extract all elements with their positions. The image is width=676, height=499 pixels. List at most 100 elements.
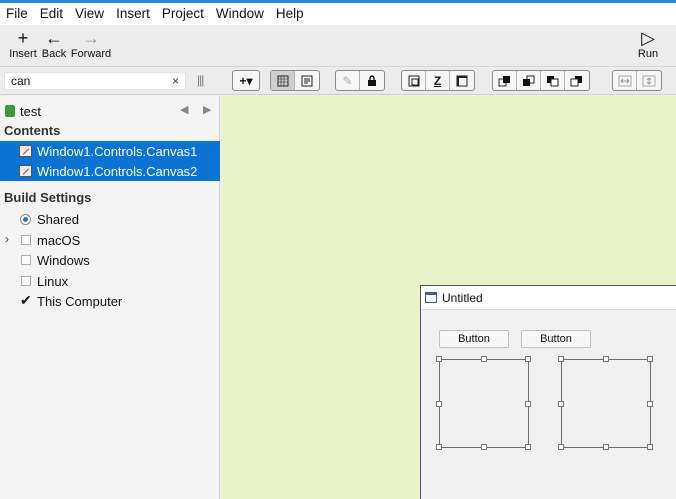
arrange-group: Z <box>401 70 475 91</box>
send-to-back-button[interactable] <box>565 71 589 90</box>
send-to-back-icon <box>570 75 582 86</box>
resize-handle[interactable] <box>647 356 653 362</box>
resize-handle[interactable] <box>558 401 564 407</box>
code-view-button[interactable] <box>295 71 319 90</box>
navigator-sidebar: test ◀ ▶ Contents Window1.Controls.Canva… <box>0 96 220 499</box>
menu-edit[interactable]: Edit <box>36 4 67 24</box>
contents-item-canvas2[interactable]: Window1.Controls.Canvas2 <box>0 161 220 181</box>
resize-handle[interactable] <box>436 444 442 450</box>
z-order-icon: Z <box>433 73 442 88</box>
navigator-search-field[interactable]: can × <box>4 72 186 90</box>
back-button[interactable]: ← Back <box>40 28 68 60</box>
resize-handle[interactable] <box>481 356 487 362</box>
frame-icon <box>456 75 468 86</box>
checkmark-icon[interactable]: ✔ <box>20 293 32 307</box>
build-item-shared[interactable]: Shared <box>0 209 220 229</box>
width-fit-button[interactable] <box>613 71 637 90</box>
add-item-button[interactable]: +▾ <box>233 71 259 90</box>
resize-handle[interactable] <box>558 356 564 362</box>
build-item-this-computer[interactable]: ✔ This Computer <box>0 291 220 311</box>
send-backward-button[interactable] <box>541 71 565 90</box>
resize-handle[interactable] <box>558 444 564 450</box>
resize-handle[interactable] <box>436 401 442 407</box>
menu-project[interactable]: Project <box>158 4 208 24</box>
lock-button[interactable] <box>360 71 384 90</box>
resize-handle[interactable] <box>647 444 653 450</box>
resize-handle[interactable] <box>436 356 442 362</box>
canvas2-control[interactable] <box>558 356 653 450</box>
view-mode-group <box>270 70 320 91</box>
arrow-right-icon: → <box>82 28 100 48</box>
project-icon <box>5 105 15 117</box>
nav-forward-icon[interactable]: ▶ <box>203 103 211 116</box>
chevron-right-icon[interactable]: › <box>5 232 9 246</box>
insert-button[interactable]: + Insert <box>8 28 38 60</box>
layout-view-button[interactable] <box>271 71 295 90</box>
forward-label: Forward <box>70 48 112 60</box>
embed-button[interactable] <box>402 71 426 90</box>
run-button[interactable]: ▷ Run <box>636 28 660 60</box>
resize-handle[interactable] <box>525 356 531 362</box>
grid-icon <box>277 75 288 86</box>
resize-handle[interactable] <box>525 444 531 450</box>
project-name: test <box>20 104 41 119</box>
build-settings-header: Build Settings <box>4 190 92 205</box>
linux-checkbox[interactable] <box>21 276 31 286</box>
build-item-label: Windows <box>37 253 90 268</box>
build-item-windows[interactable]: Windows <box>0 250 220 270</box>
pencil-button[interactable]: ✎ <box>336 71 360 90</box>
bring-to-front-button[interactable] <box>493 71 517 90</box>
macos-checkbox[interactable] <box>21 235 31 245</box>
menu-help[interactable]: Help <box>272 4 308 24</box>
window-button-1[interactable]: Button <box>439 330 509 348</box>
forward-button[interactable]: → Forward <box>70 28 112 60</box>
frame-button[interactable] <box>450 71 474 90</box>
contents-header: Contents <box>4 123 61 138</box>
build-item-macos[interactable]: › macOS <box>0 230 220 250</box>
build-item-label: This Computer <box>37 294 123 309</box>
vertical-resize-icon <box>642 75 656 86</box>
horizontal-resize-icon <box>618 75 631 86</box>
resize-handle[interactable] <box>481 444 487 450</box>
resize-handle[interactable] <box>525 401 531 407</box>
window-title-bar[interactable]: Untitled <box>421 286 676 310</box>
windows-checkbox[interactable] <box>21 255 31 265</box>
play-icon: ▷ <box>641 28 655 48</box>
pane-toggle-icon[interactable]: ||| <box>197 73 204 87</box>
build-item-label: Linux <box>37 274 69 289</box>
bring-forward-icon <box>522 75 534 86</box>
resize-handle[interactable] <box>603 444 609 450</box>
clear-search-icon[interactable]: × <box>172 73 179 89</box>
menu-window[interactable]: Window <box>212 4 268 24</box>
contents-item-label: Window1.Controls.Canvas2 <box>37 164 198 179</box>
shared-radio[interactable] <box>20 214 31 225</box>
resize-handle[interactable] <box>647 401 653 407</box>
layout-window[interactable]: Untitled Button Button <box>420 285 676 499</box>
arrow-left-icon: ← <box>45 28 63 48</box>
window-title: Untitled <box>442 291 483 305</box>
search-value: can <box>11 74 31 88</box>
height-fit-button[interactable] <box>637 71 661 90</box>
contents-item-canvas1[interactable]: Window1.Controls.Canvas1 <box>0 141 220 161</box>
send-backward-icon <box>546 75 558 86</box>
edit-group: ✎ <box>335 70 385 91</box>
add-group: +▾ <box>232 70 260 91</box>
window-icon <box>425 292 437 303</box>
bring-forward-button[interactable] <box>517 71 541 90</box>
contents-item-label: Window1.Controls.Canvas1 <box>37 144 198 159</box>
menu-insert[interactable]: Insert <box>112 4 154 24</box>
resize-handle[interactable] <box>603 356 609 362</box>
menu-bar: File Edit View Insert Project Window Hel… <box>0 3 676 25</box>
canvas1-control[interactable] <box>436 356 531 450</box>
menu-view[interactable]: View <box>71 4 108 24</box>
build-item-linux[interactable]: Linux <box>0 271 220 291</box>
code-page-icon <box>301 75 313 86</box>
window-button-2[interactable]: Button <box>521 330 591 348</box>
embed-icon <box>408 75 419 86</box>
menu-file[interactable]: File <box>2 4 32 24</box>
z-order-button[interactable]: Z <box>426 71 450 90</box>
project-row[interactable]: test ◀ ▶ <box>0 100 220 120</box>
build-item-label: Shared <box>37 212 79 227</box>
nav-back-icon[interactable]: ◀ <box>180 103 188 116</box>
main-toolbar: + Insert ← Back → Forward ▷ Run <box>0 25 676 67</box>
